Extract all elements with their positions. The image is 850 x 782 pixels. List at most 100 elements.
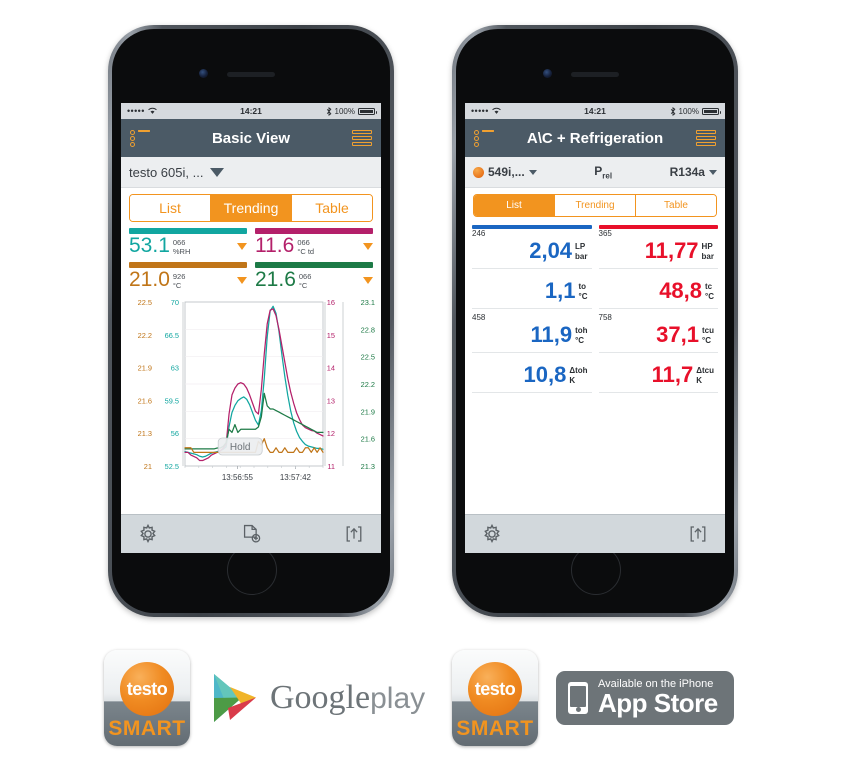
reading-humidity[interactable]: 53.1 066 %RH: [129, 228, 247, 257]
reading-units: 066 °C: [299, 269, 312, 291]
svg-text:11: 11: [327, 462, 335, 471]
chevron-down-icon[interactable]: [237, 276, 247, 284]
device-name: testo 605i, ...: [129, 164, 204, 180]
readings-grid-left: 53.1 066 %RH 11.6 066 °C td 21.0 926 °C …: [121, 222, 381, 291]
reading-value: 53.1: [129, 234, 170, 257]
phone-left-body: ••••• 14:21 100% Basic View testo 605i, …: [112, 29, 390, 613]
google-play-triangle-icon: [214, 674, 256, 722]
reading-condensing-temp[interactable]: 48,8 tc °C: [598, 272, 718, 309]
document-add-icon[interactable]: [240, 523, 262, 545]
reading-body: 10,8 Δtoh K: [472, 363, 592, 390]
tab-trending[interactable]: Trending: [211, 195, 292, 221]
reading-unit: K: [696, 375, 703, 385]
reading-subcooling[interactable]: 11,7 Δtcu K: [598, 356, 718, 393]
reading-units: LP bar: [575, 239, 587, 261]
reading-unit: K: [569, 375, 576, 385]
svg-text:21.6: 21.6: [361, 435, 375, 444]
share-export-icon[interactable]: [687, 523, 709, 545]
reading-value: 11,77: [644, 238, 699, 263]
reading-serial: 458: [472, 313, 486, 322]
svg-text:Hold: Hold: [230, 442, 251, 453]
testo-smart-app-icon-ios[interactable]: testo SMART: [452, 650, 538, 746]
readings-row: 10,8 Δtoh K 11,7 Δtcu K: [472, 356, 718, 396]
testo-smart-app-icon-android[interactable]: testo SMART: [104, 650, 190, 746]
earpiece-speaker: [571, 72, 619, 77]
probe-name: 549i,...: [488, 165, 525, 179]
reading-units: Δtcu K: [696, 363, 714, 385]
reading-units: to °C: [579, 279, 588, 301]
reading-temperature-2[interactable]: 21.6 066 °C: [255, 262, 373, 291]
reading-unit: °C: [705, 291, 714, 301]
page-title: A\C + Refrigeration: [526, 129, 664, 147]
reading-high-pressure[interactable]: 365 11,77 HP bar: [598, 223, 718, 269]
reading-liquid-line-temp[interactable]: 758 37,1 tcu °C: [598, 312, 718, 353]
reading-dewpoint[interactable]: 11.6 066 °C td: [255, 228, 373, 257]
tab-table[interactable]: Table: [636, 195, 716, 216]
front-camera-icon: [199, 69, 208, 78]
phone-left: ••••• 14:21 100% Basic View testo 605i, …: [108, 25, 394, 617]
reading-abbr: Δtcu: [696, 366, 714, 375]
chevron-down-icon[interactable]: [237, 242, 247, 250]
device-selector-bar[interactable]: testo 605i, ...: [121, 157, 381, 188]
svg-text:52.5: 52.5: [165, 462, 179, 471]
reading-abbr: to: [578, 282, 587, 291]
reading-unit: °C: [578, 291, 588, 301]
readings-row: 53.1 066 %RH 11.6 066 °C td: [129, 228, 373, 257]
gear-icon[interactable]: [137, 523, 159, 545]
android-badge-group: testo SMART Googleplay: [104, 650, 425, 746]
readings-row: 1,1 to °C 48,8 tc °C: [472, 272, 718, 312]
reading-low-pressure[interactable]: 246 2,04 LP bar: [472, 223, 592, 269]
probe-selector[interactable]: 549i,...: [473, 165, 537, 179]
list-menu-icon[interactable]: [474, 130, 494, 147]
svg-text:23.1: 23.1: [361, 298, 375, 307]
svg-text:22.2: 22.2: [361, 380, 375, 389]
toolbar-slot-new-doc: [213, 523, 289, 545]
svg-text:21: 21: [144, 462, 152, 471]
svg-text:14: 14: [327, 364, 335, 373]
testo-wordmark: testo: [474, 678, 516, 699]
svg-text:63: 63: [171, 364, 179, 373]
chevron-down-icon[interactable]: [363, 242, 373, 250]
svg-text:21.3: 21.3: [138, 429, 152, 438]
tab-list[interactable]: List: [130, 195, 211, 221]
hamburger-icon[interactable]: [696, 130, 716, 146]
svg-text:12: 12: [327, 429, 335, 438]
tab-list[interactable]: List: [474, 195, 555, 216]
share-export-icon[interactable]: [343, 523, 365, 545]
testo-logo-circle: testo: [468, 662, 522, 716]
reading-unit: °C: [298, 281, 308, 291]
readings-row: 21.0 926 °C 21.6 066 °C: [129, 262, 373, 291]
list-menu-icon[interactable]: [130, 130, 150, 147]
reading-serial: 758: [598, 313, 612, 322]
reading-units: HP bar: [702, 239, 714, 261]
readings-row: 458 11,9 toh °C 758 37,1 tcu °C: [472, 312, 718, 356]
hamburger-icon[interactable]: [352, 130, 372, 146]
reading-units: tc °C: [705, 279, 714, 301]
refrigerant-selector[interactable]: R134a: [670, 165, 717, 179]
reading-value: 21.6: [255, 268, 296, 292]
tab-table[interactable]: Table: [292, 195, 372, 221]
chevron-down-icon[interactable]: [528, 169, 537, 175]
svg-text:66.5: 66.5: [165, 331, 179, 340]
bottom-toolbar-right: [465, 514, 725, 553]
gear-icon[interactable]: [481, 523, 503, 545]
google-play-badge[interactable]: Googleplay: [208, 670, 425, 726]
tab-trending[interactable]: Trending: [555, 195, 636, 216]
reading-temperature-1[interactable]: 21.0 926 °C: [129, 262, 247, 291]
reading-suction-line-temp[interactable]: 458 11,9 toh °C: [472, 312, 592, 353]
reading-body: 21.6 066 °C: [255, 268, 373, 292]
chevron-down-icon[interactable]: [708, 169, 717, 175]
trending-chart[interactable]: 22.5 22.2 21.9 21.6 21.3 21 70 66.5 63 59.5 56 52.5…: [127, 296, 375, 493]
reading-abbr: LP: [575, 242, 586, 251]
bottom-toolbar-left: [121, 514, 381, 553]
reading-unit: bar: [701, 251, 714, 261]
reading-body: 1,1 to °C: [472, 279, 592, 306]
reading-unit: bar: [575, 251, 588, 261]
reading-superheat[interactable]: 10,8 Δtoh K: [472, 356, 592, 393]
chevron-down-icon[interactable]: [363, 276, 373, 284]
app-store-badge[interactable]: Available on the iPhone App Store: [556, 671, 734, 725]
reading-evaporating-temp[interactable]: 1,1 to °C: [472, 272, 592, 309]
chevron-down-icon[interactable]: [210, 167, 225, 177]
reading-value: 11,7: [651, 362, 694, 387]
reading-abbr: toh: [575, 326, 588, 335]
